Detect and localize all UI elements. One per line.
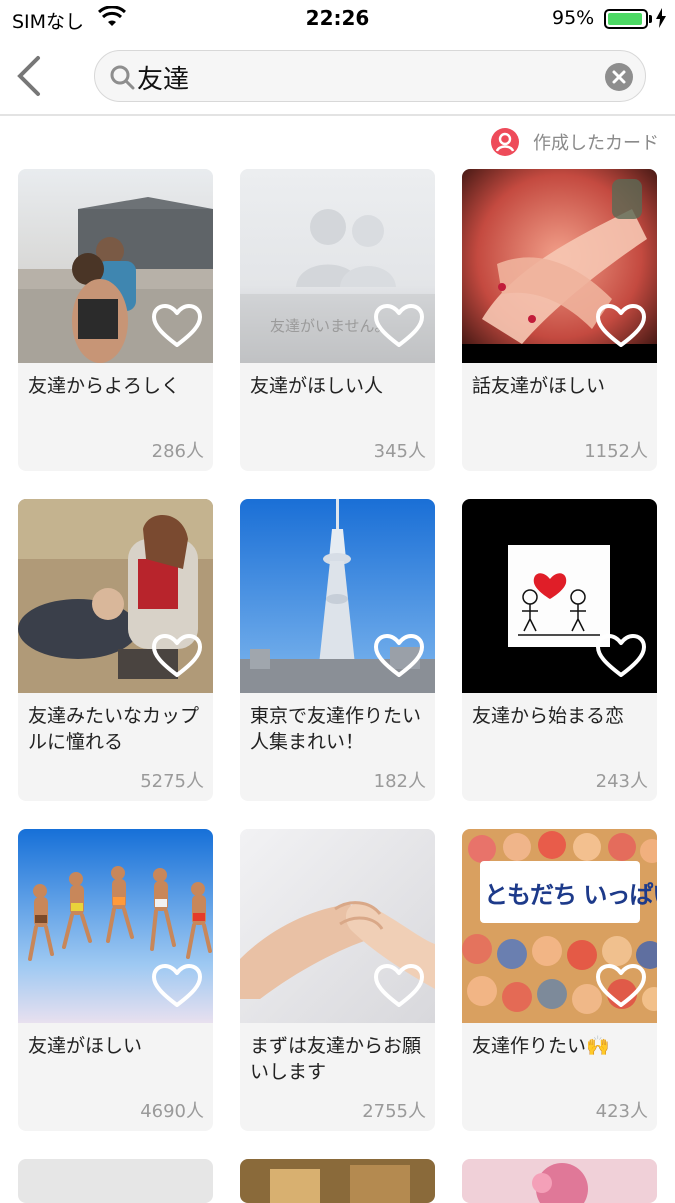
card-title: 友達からよろしく xyxy=(28,375,181,397)
card-title: 友達から始まる恋 xyxy=(472,705,625,727)
card-partial[interactable] xyxy=(240,1159,435,1203)
card-title: 東京で友達作りたい人集まれい！ xyxy=(250,705,422,753)
heart-icon[interactable] xyxy=(595,633,647,679)
heart-icon[interactable] xyxy=(151,303,203,349)
card-title: 友達がほしい xyxy=(28,1035,143,1057)
created-cards-label: 作成したカード xyxy=(533,133,659,154)
card-image xyxy=(18,169,213,363)
card-image xyxy=(18,499,213,693)
card-count: 4690人 xyxy=(140,1101,204,1122)
search-bar[interactable] xyxy=(94,50,646,102)
card[interactable]: まずは友達からお願いします 2755人 xyxy=(240,829,435,1131)
heart-icon[interactable] xyxy=(373,303,425,349)
card-title: 友達みたいなカップルに憧れる xyxy=(28,705,200,753)
card-count: 243人 xyxy=(595,771,648,792)
heart-icon[interactable] xyxy=(151,963,203,1009)
card-title: 友達作りたい🙌 xyxy=(472,1035,610,1057)
card-count: 286人 xyxy=(151,441,204,462)
card-image xyxy=(240,829,435,1023)
user-icon xyxy=(491,128,519,156)
card-image xyxy=(462,169,657,363)
card-count: 423人 xyxy=(595,1101,648,1122)
card-title: まずは友達からお願いします xyxy=(250,1035,422,1083)
created-cards-filter[interactable]: 作成したカード xyxy=(491,126,659,158)
card-title: 話友達がほしい xyxy=(472,375,606,397)
card-image-text: 友達がいません。 xyxy=(270,317,390,335)
heart-icon[interactable] xyxy=(373,963,425,1009)
search-input[interactable] xyxy=(137,57,587,97)
heart-icon[interactable] xyxy=(595,963,647,1009)
battery-percent: 95% xyxy=(552,7,595,29)
card-count: 2755人 xyxy=(362,1101,426,1122)
card-image xyxy=(462,499,657,693)
card[interactable]: 友達みたいなカップルに憧れる 5275人 xyxy=(18,499,213,801)
search-icon xyxy=(110,65,135,90)
card[interactable]: 友達がいません。 友達がほしい人 345人 xyxy=(240,169,435,471)
heart-icon[interactable] xyxy=(151,633,203,679)
card-image xyxy=(18,829,213,1023)
card-image: 友達がいません。 xyxy=(240,169,435,363)
card-image xyxy=(240,499,435,693)
charging-icon xyxy=(656,8,666,28)
battery-icon xyxy=(604,9,648,29)
card-grid: 友達からよろしく 286人 友達がいません。 友達がほしい人 345人 話友達が… xyxy=(18,169,658,1203)
nav-bar xyxy=(0,40,675,116)
card-partial[interactable] xyxy=(462,1159,657,1203)
card-count: 345人 xyxy=(373,441,426,462)
card-count: 5275人 xyxy=(140,771,204,792)
heart-icon[interactable] xyxy=(595,303,647,349)
clear-icon[interactable] xyxy=(605,63,633,91)
card[interactable]: 話友達がほしい 1152人 xyxy=(462,169,657,471)
card-image: ともだち いっぱい xyxy=(462,829,657,1023)
card-count: 1152人 xyxy=(584,441,648,462)
heart-icon[interactable] xyxy=(373,633,425,679)
battery-cap xyxy=(649,15,652,23)
card-image-text: ともだち いっぱい xyxy=(484,881,657,909)
card[interactable]: 友達から始まる恋 243人 xyxy=(462,499,657,801)
card[interactable]: ともだち いっぱい 友達作りたい🙌 423人 xyxy=(462,829,657,1131)
status-bar: SIMなし 22:26 95% xyxy=(0,0,675,40)
card-partial[interactable] xyxy=(18,1159,213,1203)
card-count: 182人 xyxy=(373,771,426,792)
card-title: 友達がほしい人 xyxy=(250,375,384,397)
card[interactable]: 友達からよろしく 286人 xyxy=(18,169,213,471)
back-button[interactable] xyxy=(12,54,48,98)
card[interactable]: 友達がほしい 4690人 xyxy=(18,829,213,1131)
card[interactable]: 東京で友達作りたい人集まれい！ 182人 xyxy=(240,499,435,801)
